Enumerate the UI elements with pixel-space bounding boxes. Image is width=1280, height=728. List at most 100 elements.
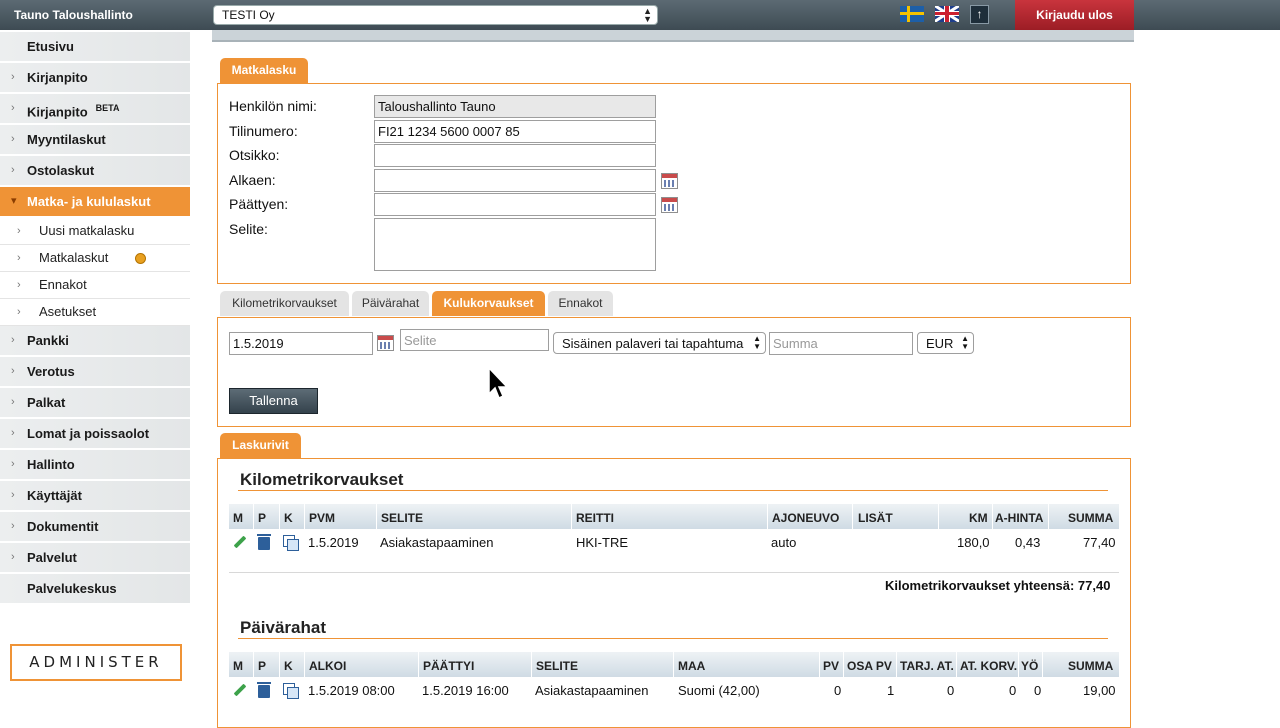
- tab-matkalasku[interactable]: Matkalasku: [220, 58, 308, 83]
- sidebar-item-palvelut[interactable]: › Palvelut: [0, 543, 190, 574]
- sidebar-item-pankki[interactable]: › Pankki: [0, 326, 190, 357]
- administer-logo: ADMINISTER: [10, 644, 182, 681]
- section-divider: [238, 638, 1108, 639]
- description-label: Selite:: [229, 221, 268, 237]
- calendar-icon[interactable]: [377, 335, 394, 351]
- daily-meals-provided: 0: [947, 683, 955, 698]
- toolbar-strip: [212, 30, 1134, 42]
- title-field[interactable]: [374, 144, 656, 167]
- daily-start: 1.5.2019 08:00: [308, 683, 395, 698]
- expense-type-select[interactable]: Sisäinen palaveri tai tapahtuma ▲ ▼: [553, 332, 766, 354]
- sidebar-item-myyntilaskut[interactable]: › Myyntilaskut: [0, 125, 190, 156]
- column-header: SUMMA: [1068, 659, 1114, 673]
- daily-description: Asiakastapaaminen: [535, 683, 649, 698]
- title-label: Otsikko:: [229, 147, 280, 163]
- currency-select[interactable]: EUR ▲ ▼: [917, 332, 974, 354]
- tab-kilometrikorvaukset[interactable]: Kilometrikorvaukset: [220, 291, 349, 316]
- tab-kulukorvaukset[interactable]: Kulukorvaukset: [432, 291, 545, 316]
- end-date-field[interactable]: [374, 193, 656, 216]
- sidebar-item-etusivu[interactable]: Etusivu: [0, 32, 190, 63]
- sidebar-subitem-matkalaskut[interactable]: › Matkalaskut: [0, 245, 190, 272]
- calendar-icon[interactable]: [661, 173, 678, 189]
- column-header: M: [233, 659, 243, 673]
- select-arrows-icon: ▲ ▼: [643, 6, 652, 24]
- chevron-right-icon: ›: [11, 71, 15, 83]
- column-header: REITTI: [576, 511, 614, 525]
- sidebar-item-kirjanpito-beta[interactable]: › Kirjanpito BETA: [0, 94, 190, 125]
- delete-icon[interactable]: [257, 534, 271, 550]
- sidebar-item-matka-ja-kululaskut[interactable]: ▾ Matka- ja kululaskut: [0, 187, 190, 218]
- copy-icon[interactable]: [283, 535, 299, 551]
- km-distance: 180,0: [957, 535, 990, 550]
- table-divider: [229, 572, 1119, 573]
- chevron-right-icon: ›: [11, 334, 15, 346]
- select-arrows-icon: ▲ ▼: [961, 334, 969, 351]
- save-button[interactable]: Tallenna: [229, 388, 318, 414]
- sidebar-item-lomat[interactable]: › Lomat ja poissaolot: [0, 419, 190, 450]
- amount-input[interactable]: Summa: [769, 332, 913, 355]
- km-section-title: Kilometrikorvaukset: [240, 470, 404, 489]
- sidebar-item-dokumentit[interactable]: › Dokumentit: [0, 512, 190, 543]
- tab-paivarahat[interactable]: Päivärahat: [352, 291, 429, 316]
- sidebar-item-kayttajat[interactable]: › Käyttäjät: [0, 481, 190, 512]
- sidebar-item-label: Lomat ja poissaolot: [27, 426, 150, 441]
- column-header: ALKOI: [309, 659, 347, 673]
- sidebar-item-label: Ostolaskut: [27, 163, 95, 178]
- chevron-right-icon: ›: [11, 133, 15, 145]
- sidebar-item-kirjanpito[interactable]: › Kirjanpito: [0, 63, 190, 94]
- sidebar-item-label: Palvelut: [27, 550, 77, 565]
- km-date: 1.5.2019: [308, 535, 359, 550]
- km-unit-price: 0,43: [1015, 535, 1041, 550]
- calendar-icon[interactable]: [661, 197, 678, 213]
- sidebar-subitem-uusi-matkalasku[interactable]: › Uusi matkalasku: [0, 218, 190, 245]
- daily-partial-days: 1: [887, 683, 895, 698]
- column-header: AT. KORV.: [960, 659, 1018, 673]
- column-header: A-HINTA: [995, 511, 1044, 525]
- sidebar-item-hallinto[interactable]: › Hallinto: [0, 450, 190, 481]
- sidebar-subitem-asetukset[interactable]: › Asetukset: [0, 299, 190, 326]
- sidebar-item-ostolaskut[interactable]: › Ostolaskut: [0, 156, 190, 187]
- sidebar-item-palvelukeskus[interactable]: Palvelukeskus: [0, 574, 190, 605]
- tab-ennakot[interactable]: Ennakot: [548, 291, 613, 316]
- sidebar-subitem-ennakot[interactable]: › Ennakot: [0, 272, 190, 299]
- chevron-right-icon: ›: [11, 458, 15, 470]
- start-date-label: Alkaen:: [229, 172, 276, 188]
- description-textarea[interactable]: [374, 218, 656, 271]
- sidebar-item-label: Dokumentit: [27, 519, 99, 534]
- sidebar-item-label: Kirjanpito: [27, 104, 88, 120]
- tab-laskurivit[interactable]: Laskurivit: [220, 433, 301, 458]
- end-date-label: Päättyen:: [229, 196, 289, 212]
- app-title: Tauno Taloushallinto: [14, 8, 133, 22]
- km-table-header: M P K PVM SELITE REITTI AJONEUVO LISÄT K…: [229, 504, 1119, 529]
- column-header: K: [284, 511, 293, 525]
- sidebar-item-palkat[interactable]: › Palkat: [0, 388, 190, 419]
- daily-sum: 19,00: [1083, 683, 1116, 698]
- km-vehicle: auto: [771, 535, 797, 550]
- swedish-flag-icon[interactable]: [900, 6, 924, 22]
- sidebar-item-label: Myyntilaskut: [27, 132, 106, 147]
- name-field: Taloushallinto Tauno: [374, 95, 656, 118]
- company-select[interactable]: TESTI Oy ▲ ▼: [213, 5, 658, 25]
- column-header: K: [284, 659, 293, 673]
- chevron-down-icon: ▾: [11, 195, 17, 207]
- sidebar-item-verotus[interactable]: › Verotus: [0, 357, 190, 388]
- account-field[interactable]: FI21 1234 5600 0007 85: [374, 120, 656, 143]
- expense-date-field[interactable]: 1.5.2019: [229, 332, 373, 355]
- km-total: Kilometrikorvaukset yhteensä: 77,40: [885, 578, 1111, 593]
- copy-icon[interactable]: [283, 683, 299, 699]
- beta-badge: BETA: [95, 103, 120, 113]
- delete-icon[interactable]: [257, 682, 271, 698]
- section-divider: [238, 490, 1108, 491]
- expense-type-value: Sisäinen palaveri tai tapahtuma: [562, 336, 744, 351]
- km-sum: 77,40: [1083, 535, 1116, 550]
- expense-description-input[interactable]: Selite: [400, 329, 549, 351]
- logout-button[interactable]: Kirjaudu ulos: [1015, 0, 1134, 30]
- english-flag-icon[interactable]: [935, 6, 959, 22]
- chevron-right-icon: ›: [11, 489, 15, 501]
- select-arrows-icon: ▲ ▼: [753, 334, 761, 351]
- start-date-field[interactable]: [374, 169, 656, 192]
- chevron-right-icon: ›: [17, 252, 21, 264]
- upload-icon[interactable]: ↑: [970, 5, 989, 24]
- sidebar-subitem-label: Ennakot: [39, 277, 87, 292]
- sidebar-item-label: Etusivu: [27, 39, 74, 54]
